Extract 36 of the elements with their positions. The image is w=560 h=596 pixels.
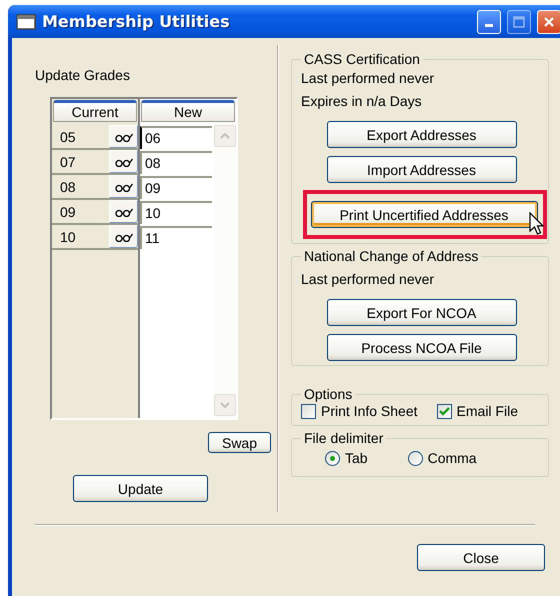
checkbox-option[interactable]: Print Info Sheet	[301, 403, 418, 419]
window-title: Membership Utilities	[42, 12, 231, 31]
input-field[interactable]: 09	[140, 176, 212, 199]
grade-cell-text: 05	[59, 128, 77, 147]
checkbox-option[interactable]: Email File	[436, 403, 518, 419]
grade-cell-text: 07	[59, 153, 77, 172]
grade-cell-text: 08	[59, 178, 77, 197]
input-field[interactable]: 11	[140, 226, 212, 249]
group-title: Options	[303, 386, 354, 402]
action-button[interactable]: Export For NCOA	[326, 299, 516, 326]
grade-cell-text: 09	[59, 203, 77, 222]
close-button[interactable]: Close	[417, 544, 545, 571]
column-header[interactable]: Current	[53, 100, 137, 122]
update-button[interactable]: Update	[73, 475, 208, 502]
action-button[interactable]: Import Addresses	[326, 156, 516, 183]
radio-option[interactable]: Comma	[408, 450, 477, 466]
column-header[interactable]: New	[141, 100, 235, 122]
option-label: Email File	[456, 403, 518, 419]
section-label: Update Grades	[35, 66, 131, 84]
grade-cell-text: 10	[59, 228, 77, 247]
option-label: Tab	[345, 450, 368, 466]
input-field[interactable]: 10	[140, 201, 212, 224]
input-field[interactable]: 08	[140, 151, 212, 174]
info-text: Last performed never	[301, 69, 436, 88]
action-button[interactable]: Export Addresses	[326, 121, 516, 148]
swap-button[interactable]: Swap	[208, 432, 271, 453]
info-text: Expires in n/a Days	[301, 92, 423, 111]
info-text: Last performed never	[301, 270, 436, 289]
option-label: Comma	[428, 450, 477, 466]
group-title: CASS Certification	[303, 51, 421, 67]
group-title: File delimiter	[303, 430, 384, 446]
group-title: National Change of Address	[303, 248, 480, 264]
option-label: Print Info Sheet	[321, 403, 418, 419]
radio-option[interactable]: Tab	[325, 450, 368, 466]
input-field[interactable]: 06	[140, 126, 212, 149]
action-button[interactable]: Process NCOA File	[326, 334, 516, 361]
